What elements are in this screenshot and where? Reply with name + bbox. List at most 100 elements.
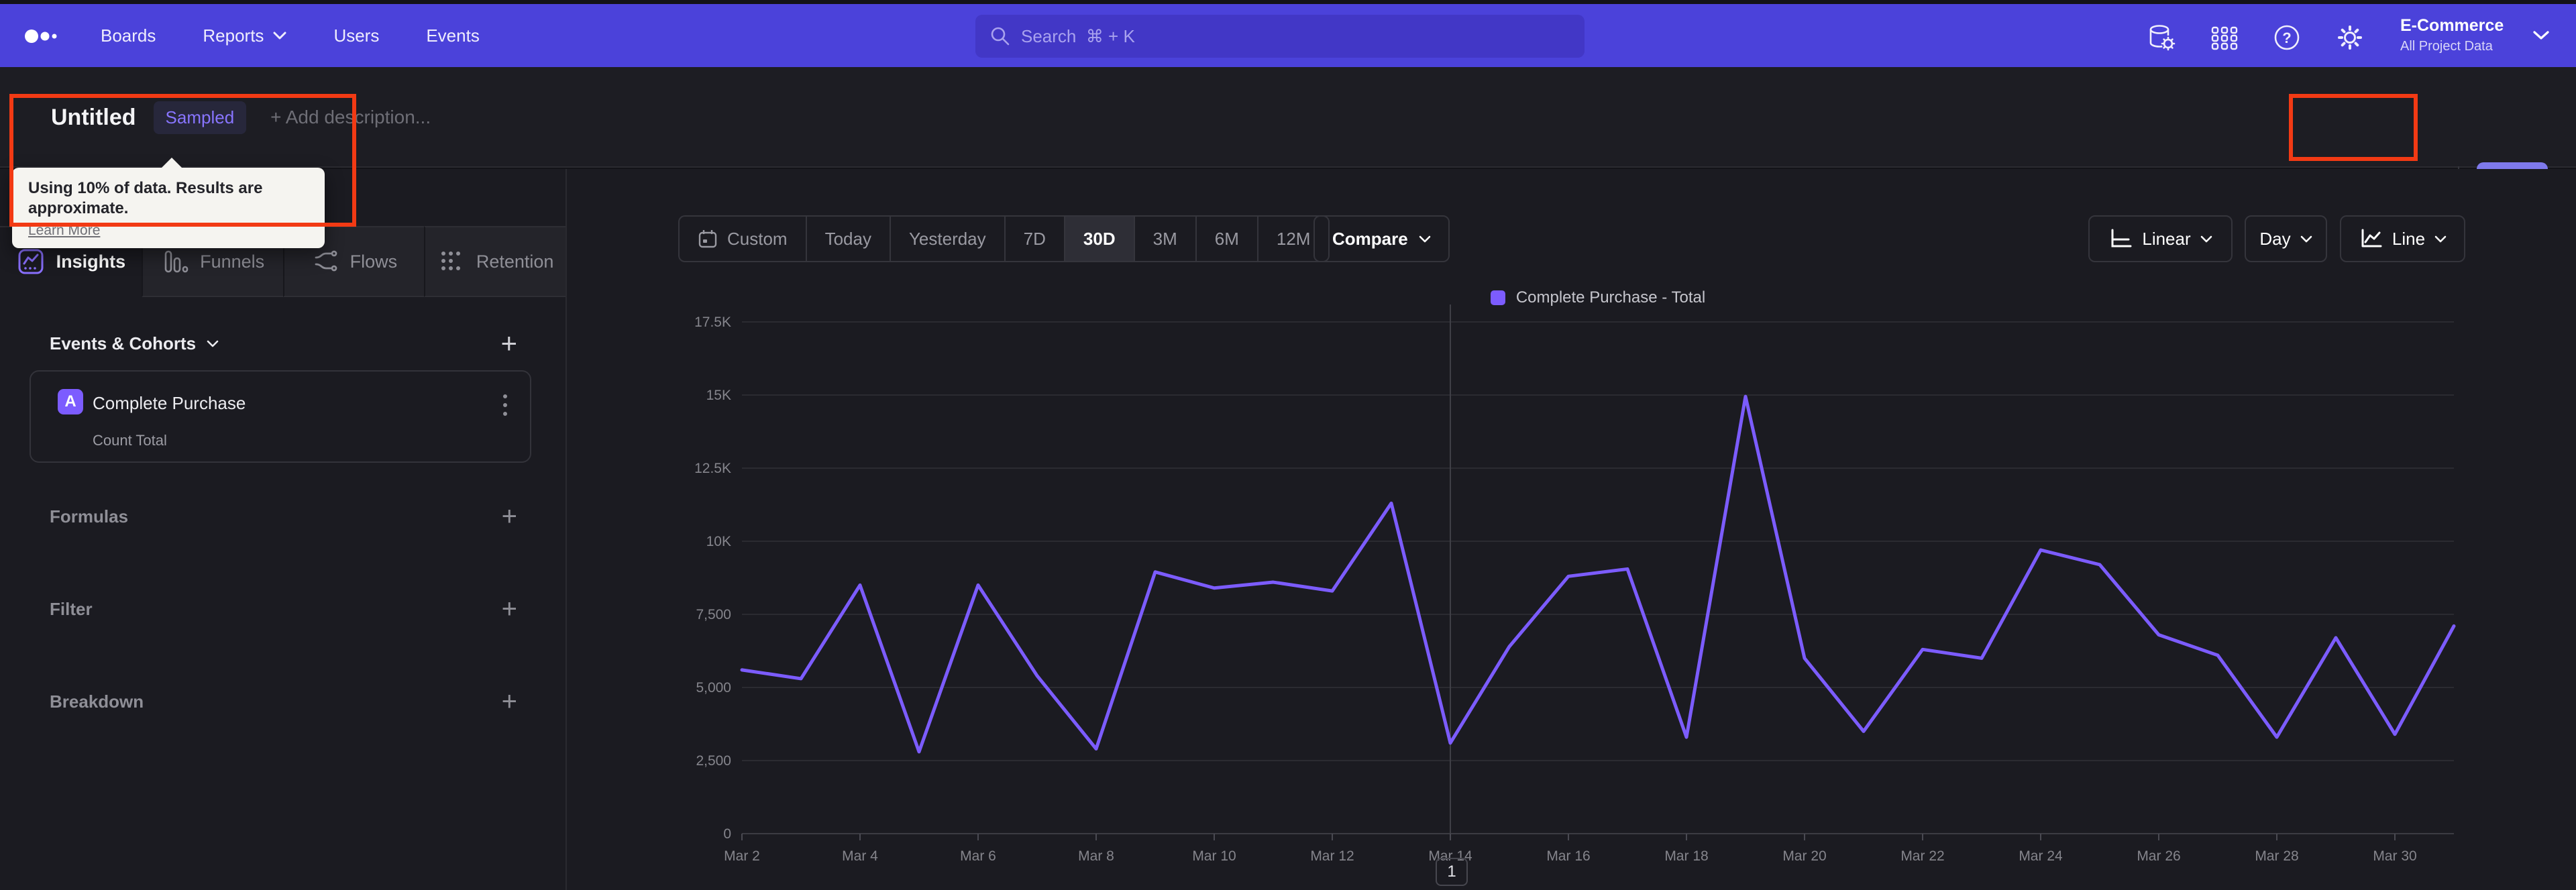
events-cohorts-header: Events & Cohorts + — [50, 329, 517, 358]
report-title[interactable]: Untitled — [51, 105, 136, 131]
svg-text:0: 0 — [723, 826, 731, 842]
svg-text:Mar 6: Mar 6 — [960, 848, 996, 864]
report-header: Untitled Sampled + Add description... Sa… — [0, 67, 2576, 208]
scale-dropdown[interactable]: Linear — [2088, 215, 2233, 262]
project-name: E-Commerce — [2400, 16, 2504, 35]
tab-retention[interactable]: Retention — [424, 226, 566, 297]
line-chart-canvas[interactable]: 0 2,500 5,000 7,500 10K 12.5K 15K 17.5K Mar 2 Mar… — [678, 295, 2509, 885]
chart-type-label: Line — [2392, 228, 2426, 249]
section-title: Breakdown — [50, 691, 144, 712]
global-search[interactable] — [975, 15, 1585, 58]
range-label: Today — [824, 228, 871, 249]
svg-text:Mar 4: Mar 4 — [842, 848, 878, 864]
tooltip-message: Using 10% of data. Results are approxima… — [28, 179, 263, 217]
search-input[interactable] — [1021, 25, 1570, 47]
range-6m[interactable]: 6M — [1195, 217, 1257, 261]
svg-text:Mar 8: Mar 8 — [1078, 848, 1114, 864]
svg-text:Mar 16: Mar 16 — [1546, 848, 1590, 864]
date-range-control: Custom Today Yesterday 7D 30D 3M 6M 12M — [678, 215, 1330, 262]
nav-item-label: Events — [426, 25, 480, 46]
sampling-tooltip: Using 10% of data. Results are approxima… — [12, 158, 325, 248]
scale-label: Linear — [2142, 228, 2191, 249]
mixpanel-logo-icon[interactable] — [24, 27, 64, 48]
chevron-down-icon — [273, 32, 286, 40]
range-label: 12M — [1276, 228, 1311, 249]
add-breakdown-button[interactable]: + — [502, 688, 517, 715]
chevron-down-icon — [207, 340, 219, 347]
event-letter-badge: A — [58, 389, 83, 414]
sampled-badge[interactable]: Sampled — [153, 101, 247, 134]
range-3m[interactable]: 3M — [1133, 217, 1195, 261]
page-indicator[interactable]: 1 — [1436, 858, 1468, 886]
range-label: Yesterday — [908, 228, 986, 249]
compare-label: Compare — [1332, 228, 1408, 249]
svg-text:17.5K: 17.5K — [694, 315, 731, 330]
range-label: 6M — [1214, 228, 1239, 249]
chart-type-dropdown[interactable]: Line — [2340, 215, 2465, 262]
formulas-section: Formulas + — [50, 498, 517, 535]
top-nav: Boards Reports Users Events ? — [0, 4, 2576, 67]
chevron-down-icon — [2434, 235, 2447, 242]
section-title: Formulas — [50, 506, 129, 526]
funnels-icon — [164, 250, 189, 273]
add-formula-button[interactable]: + — [502, 503, 517, 530]
tab-label: Insights — [56, 251, 126, 272]
svg-text:10K: 10K — [706, 534, 731, 549]
nav-item-users[interactable]: Users — [333, 25, 379, 46]
range-custom[interactable]: Custom — [680, 217, 806, 261]
event-metric[interactable]: Count Total — [93, 432, 167, 449]
nav-item-label: Users — [333, 25, 380, 46]
range-label: Custom — [727, 228, 788, 249]
chevron-down-icon — [1419, 235, 1431, 242]
range-label: 30D — [1083, 228, 1116, 249]
nav-item-events[interactable]: Events — [426, 25, 480, 46]
svg-text:Mar 22: Mar 22 — [1900, 848, 1944, 864]
range-30d[interactable]: 30D — [1063, 217, 1134, 261]
learn-more-link[interactable]: Learn More — [28, 223, 100, 239]
chevron-down-icon[interactable] — [2533, 31, 2549, 44]
svg-text:Mar 26: Mar 26 — [2137, 848, 2180, 864]
range-today[interactable]: Today — [805, 217, 890, 261]
retention-icon — [441, 252, 460, 270]
project-selector[interactable]: E-Commerce All Project Data — [2400, 16, 2504, 54]
help-icon[interactable]: ? — [2272, 23, 2302, 52]
add-filter-button[interactable]: + — [502, 596, 517, 622]
svg-text:5,000: 5,000 — [696, 680, 731, 696]
data-management-icon[interactable] — [2146, 23, 2176, 52]
range-7d[interactable]: 7D — [1004, 217, 1064, 261]
apps-grid-icon[interactable] — [2210, 23, 2239, 52]
events-cohorts-toggle[interactable]: Events & Cohorts — [50, 333, 219, 354]
svg-text:Mar 10: Mar 10 — [1192, 848, 1236, 864]
add-event-button[interactable]: + — [500, 329, 517, 357]
section-title: Filter — [50, 598, 93, 619]
range-label: 3M — [1152, 228, 1177, 249]
svg-text:15K: 15K — [706, 388, 731, 403]
svg-text:Mar 20: Mar 20 — [1782, 848, 1826, 864]
nav-item-boards[interactable]: Boards — [101, 25, 156, 46]
event-card[interactable]: A Complete Purchase Count Total — [30, 370, 531, 463]
interval-label: Day — [2259, 228, 2291, 249]
query-builder-sidebar: Insights Funnels Flows Retention Events … — [0, 169, 567, 890]
interval-dropdown[interactable]: Day — [2245, 215, 2327, 262]
line-chart-icon — [2361, 229, 2382, 247]
svg-text:Mar 30: Mar 30 — [2373, 848, 2416, 864]
nav-item-label: Reports — [203, 25, 264, 46]
nav-item-reports[interactable]: Reports — [203, 25, 286, 46]
svg-text:7,500: 7,500 — [696, 607, 731, 622]
settings-gear-icon[interactable] — [2335, 23, 2365, 52]
add-description-field[interactable]: + Add description... — [270, 107, 431, 128]
range-yesterday[interactable]: Yesterday — [889, 217, 1004, 261]
svg-text:Mar 24: Mar 24 — [2019, 848, 2063, 864]
flows-icon — [315, 250, 337, 272]
svg-text:Mar 2: Mar 2 — [724, 848, 760, 864]
project-scope: All Project Data — [2400, 39, 2493, 54]
tab-label: Flows — [350, 251, 398, 272]
nav-menu: Boards Reports Users Events — [101, 4, 480, 67]
nav-item-label: Boards — [101, 25, 156, 46]
compare-dropdown[interactable]: Compare — [1313, 215, 1450, 262]
calendar-icon — [698, 230, 717, 248]
search-icon — [991, 27, 1010, 46]
tab-label: Funnels — [200, 251, 265, 272]
event-options-icon[interactable] — [500, 392, 510, 419]
chevron-down-icon — [2200, 235, 2212, 242]
